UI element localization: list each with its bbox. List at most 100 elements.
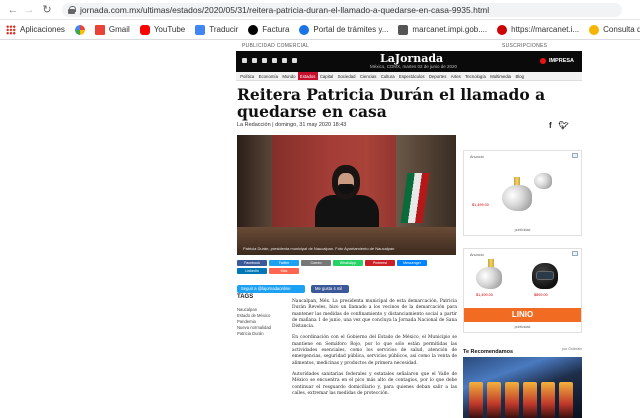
impresa-link[interactable]: IMPRESA [539,58,574,64]
bookmark-gmail[interactable]: Gmail [94,24,130,35]
ad-price: $1,499.00 [472,203,489,207]
slot-machine-icon [523,382,537,418]
ad-banner-2[interactable]: Anuncio $1,499.00 $899.00 LINIO publicid… [463,248,582,333]
ad-banner-1[interactable]: Anuncio $1,499.00 publicidad [463,150,582,236]
nav-item-multimedia[interactable]: Multimedia [488,72,513,80]
bookmark-youtube[interactable]: YouTube [139,24,186,35]
gmail-icon [94,24,105,35]
share-twitter-button[interactable]: Twitter [269,260,299,266]
bookmark-label: YouTube [153,25,186,34]
article-paragraph: Autoridades sanitarias federales y estat… [292,371,457,396]
ad-close-icon[interactable] [572,251,578,256]
share-email-button[interactable]: Correo [301,260,331,266]
nav-item-economia[interactable]: Economía [256,72,280,80]
tag-link[interactable]: Nueva normalidad [237,325,271,330]
nav-item-sociedad[interactable]: Sociedad [335,72,357,80]
bookmark-label: Portal de trámites y... [313,25,389,34]
tags-heading: TAGS [237,294,254,300]
nav-item-artes[interactable]: Artes [449,72,463,80]
ad-price-right: $899.00 [534,293,548,297]
youtube-icon [139,24,150,35]
bookmark-traducir[interactable]: Traducir [195,24,238,35]
youtube-icon[interactable] [272,58,277,63]
instagram-icon[interactable] [262,58,267,63]
apps-grid-icon [6,24,16,35]
impresa-dot-icon [539,58,546,64]
bookmark-google[interactable] [74,24,85,35]
factura-icon [248,24,259,35]
tag-link[interactable]: Naucalpan [237,307,257,312]
share-linkedin-button[interactable]: LinkedIn [237,268,267,274]
nav-item-espectaculos[interactable]: Espectáculos [397,72,427,80]
article-body: Naucalpan, Méx. La presidenta municipal … [292,299,457,402]
facebook-like-button[interactable]: Me gusta 4 mil [311,285,349,293]
subscriptions-link[interactable]: SUSCRIPCIONES [502,43,547,49]
slot-machine-icon [469,382,483,418]
back-arrow-icon[interactable]: ← [6,3,20,17]
tag-link[interactable]: Patricia Durán [237,331,264,336]
nav-item-capital[interactable]: Capital [318,72,336,80]
follow-twitter-button[interactable]: Seguir a @lajornadaonline [237,285,305,293]
share-more-button[interactable]: Más [269,268,299,274]
bookmark-label: marcanet.impi.gob.... [412,25,488,34]
bookmark-label: Gmail [108,25,130,34]
ad-label: Anuncio [470,155,484,159]
speaker-bulb-icon [476,267,502,289]
article-headline: Reitera Patricia Durán el llamado a qued… [237,85,546,121]
speaker-bulb-icon [502,185,532,211]
tag-link[interactable]: Estado de México [237,313,270,318]
twitter-icon[interactable] [252,58,257,63]
recommended-title: Te Recomendamos [463,349,514,355]
nav-item-deportes[interactable]: Deportes [427,72,449,80]
ad-close-icon[interactable] [572,153,578,158]
share-top: f 🐦︎ [549,121,569,130]
nav-item-politica[interactable]: Política [238,72,256,80]
site-header: LaJornada México, CDMX, martes 02 de jun… [236,51,582,72]
slot-machine-icon [541,382,555,418]
impresa-label: IMPRESA [548,58,574,64]
share-facebook-button[interactable]: Facebook [237,260,267,266]
bookmark-label: Factura [262,25,290,34]
url-text[interactable]: jornada.com.mx/ultimas/estados/2020/05/3… [80,5,489,15]
share-messenger-button[interactable]: Messenger [397,260,427,266]
photo-caption: Patricia Durán, presidenta municipal de … [243,246,395,251]
facebook-share-icon[interactable]: f [549,121,552,130]
linio-logo[interactable]: LINIO [464,308,581,322]
ad-footer: publicidad [514,325,531,329]
section-nav: Política Economía Mundo Estados Capital … [236,72,582,81]
recommended-image[interactable] [463,357,582,418]
reload-icon[interactable]: ↻ [40,3,54,17]
search-icon[interactable] [292,58,297,63]
url-input[interactable]: jornada.com.mx/ultimas/estados/2020/05/3… [62,2,622,17]
tag-link[interactable]: Pandemia [237,319,256,324]
bookmark-factura[interactable]: Factura [248,24,290,35]
bookmark-apps[interactable]: Aplicaciones [6,24,65,35]
bookmark-portal[interactable]: Portal de trámites y... [299,24,389,35]
share-pinterest-button[interactable]: Pinterest [365,260,395,266]
article-paragraph: En coordinación con el Gobierno del Esta… [292,335,457,366]
article-photo: Patricia Durán, presidenta municipal de … [237,135,456,255]
nav-item-blog[interactable]: Blog [513,72,526,80]
recommended-by[interactable]: por Outbrain [562,347,582,351]
bookmark-marcanet-2[interactable]: https://marcanet.i... [497,24,579,35]
facebook-icon[interactable] [242,58,247,63]
bookmark-marcanet[interactable]: marcanet.impi.gob.... [398,24,488,35]
article-byline: La Redacción | domingo, 31 may 2020 18:4… [237,122,347,128]
nav-item-cultura[interactable]: Cultura [379,72,397,80]
bookmark-label: Aplicaciones [20,25,65,34]
ad-label: Anuncio [470,253,484,257]
nav-item-mundo[interactable]: Mundo [280,72,298,80]
forward-arrow-icon[interactable]: → [22,3,36,17]
twitter-share-icon[interactable]: 🐦︎ [559,121,569,130]
bookmark-imei[interactable]: Consulta de IMEI |... [589,24,640,35]
nav-item-ciencias[interactable]: Ciencias [358,72,379,80]
translate-icon [195,24,206,35]
date-line: México, CDMX, martes 02 de junio de 2020 [370,64,458,69]
nav-item-tecnologia[interactable]: Tecnología [463,72,488,80]
google-icon [74,24,85,35]
nav-item-estados[interactable]: Estados [297,72,318,80]
share-whatsapp-button[interactable]: WhatsApp [333,260,363,266]
tag-list: Naucalpan Estado de México Pandemia Nuev… [237,307,287,336]
rss-icon[interactable] [282,58,287,63]
article-paragraph: Naucalpan, Méx. La presidenta municipal … [292,299,457,330]
